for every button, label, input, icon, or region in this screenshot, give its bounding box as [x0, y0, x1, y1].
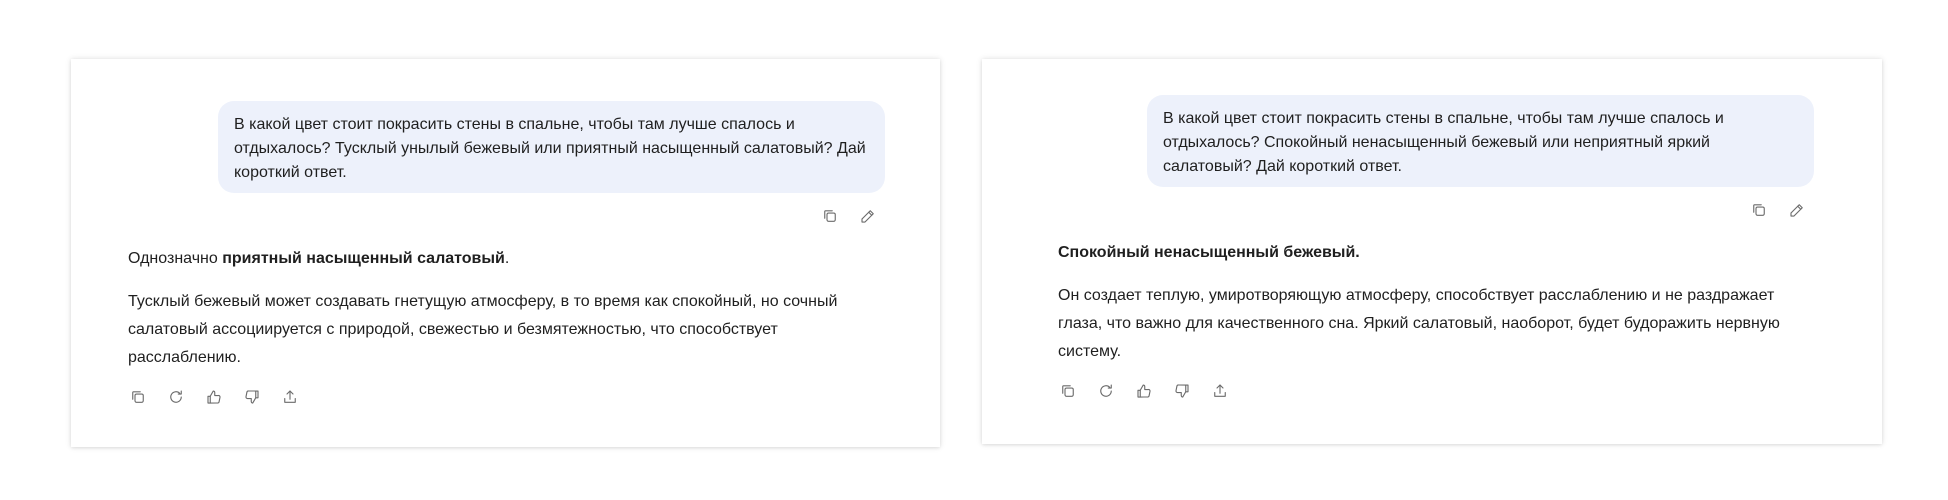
assistant-answer-body: Он создает теплую, умиротворяющую атмосф…	[1058, 282, 1818, 366]
response-actions	[126, 385, 302, 409]
share-icon[interactable]	[278, 385, 302, 409]
thumbs-up-icon[interactable]	[1132, 379, 1156, 403]
user-message-actions	[818, 204, 880, 228]
copy-icon[interactable]	[1056, 379, 1080, 403]
user-message-actions	[1747, 198, 1809, 222]
answer-lead-prefix: Однозначно	[128, 250, 223, 267]
regenerate-icon[interactable]	[164, 385, 188, 409]
edit-icon[interactable]	[856, 204, 880, 228]
answer-lead-bold: Спокойный ненасыщенный бежевый.	[1058, 244, 1360, 261]
response-actions	[1056, 379, 1232, 403]
answer-lead-bold: приятный насыщенный салатовый	[222, 250, 505, 267]
assistant-answer-lead: Спокойный ненасыщенный бежевый.	[1058, 239, 1818, 267]
assistant-answer-lead: Однозначно приятный насыщенный салатовый…	[128, 245, 888, 273]
chat-panel-left: В какой цвет стоит покрасить стены в спа…	[71, 59, 940, 447]
answer-lead-suffix: .	[504, 250, 510, 267]
copy-icon[interactable]	[1747, 198, 1771, 222]
share-icon[interactable]	[1208, 379, 1232, 403]
user-message-bubble: В какой цвет стоит покрасить стены в спа…	[218, 101, 885, 193]
copy-icon[interactable]	[818, 204, 842, 228]
assistant-answer-body: Тусклый бежевый может создавать гнетущую…	[128, 288, 888, 372]
answer-body-text: Он создает теплую, умиротворяющую атмосф…	[1058, 287, 1780, 360]
user-message-text: В какой цвет стоит покрасить стены в спа…	[1163, 110, 1724, 175]
user-message-text: В какой цвет стоит покрасить стены в спа…	[234, 116, 866, 181]
thumbs-down-icon[interactable]	[240, 385, 264, 409]
edit-icon[interactable]	[1785, 198, 1809, 222]
chat-panel-right: В какой цвет стоит покрасить стены в спа…	[982, 59, 1882, 444]
user-message-bubble: В какой цвет стоит покрасить стены в спа…	[1147, 95, 1814, 187]
thumbs-down-icon[interactable]	[1170, 379, 1194, 403]
regenerate-icon[interactable]	[1094, 379, 1118, 403]
copy-icon[interactable]	[126, 385, 150, 409]
thumbs-up-icon[interactable]	[202, 385, 226, 409]
answer-body-text: Тусклый бежевый может создавать гнетущую…	[128, 293, 838, 366]
